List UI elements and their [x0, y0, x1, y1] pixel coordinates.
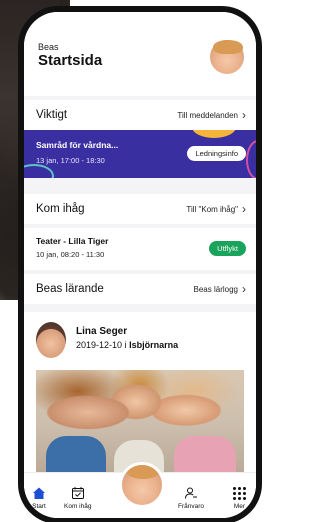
post-photo[interactable]: [36, 370, 244, 476]
person-absence-icon: [184, 487, 197, 499]
chevron-right-icon: ›: [242, 202, 246, 216]
child-avatar[interactable]: [208, 38, 246, 76]
important-event-card[interactable]: Samråd för vårdna... 13 jan, 17:00 - 18:…: [24, 130, 256, 178]
nav-kom-ihag[interactable]: Kom ihåg: [64, 486, 91, 510]
app-header: Beas Startsida: [24, 12, 256, 96]
nav-mer-label: Mer: [233, 503, 246, 510]
link-to-lararlogg[interactable]: Beas lärlogg ›: [194, 282, 246, 296]
bottom-navigation: Start Kom ihåg Frånvaro Mer: [24, 462, 256, 518]
reminder-event-card[interactable]: Teater - Lilla Tiger 10 jan, 08:20 - 11:…: [24, 228, 256, 270]
decorative-shape: [192, 130, 236, 138]
grid-menu-icon: [233, 487, 246, 500]
link-to-messages-label: Till meddelanden: [177, 110, 238, 120]
calendar-check-icon: [71, 487, 84, 499]
event-tag: Utflykt: [209, 241, 246, 256]
post-date: 2019-12-10 i: [76, 340, 127, 350]
link-to-lararlogg-label: Beas lärlogg: [193, 284, 238, 294]
post-author: Lina Seger: [76, 326, 128, 337]
section-title-larande: Beas lärande: [36, 283, 104, 295]
nav-franvaro[interactable]: Frånvaro: [178, 486, 204, 510]
event-time: 13 jan, 17:00 - 18:30: [36, 156, 105, 165]
author-avatar: [36, 322, 66, 358]
home-icon: [33, 487, 45, 499]
section-larande: Beas lärande Beas lärlogg ›: [24, 274, 256, 304]
nav-mer[interactable]: Mer: [233, 487, 246, 510]
chevron-right-icon: ›: [242, 108, 246, 122]
center-child-avatar[interactable]: [119, 462, 165, 508]
post-group: Isbjörnarna: [129, 340, 179, 350]
photo-detail: [46, 436, 106, 476]
nav-franvaro-label: Frånvaro: [177, 503, 204, 510]
section-kom-ihag: Kom ihåg Till "Kom ihåg" ›: [24, 194, 256, 224]
link-to-messages[interactable]: Till meddelanden ›: [177, 108, 246, 122]
nav-kom-ihag-label: Kom ihåg: [64, 503, 92, 510]
decorative-shape: [24, 164, 54, 178]
nav-start[interactable]: Start: [32, 486, 46, 510]
link-to-kom-ihag[interactable]: Till "Kom ihåg" ›: [186, 202, 246, 216]
section-title-kom-ihag: Kom ihåg: [36, 203, 85, 215]
decorative-shape: [246, 140, 256, 178]
link-to-kom-ihag-label: Till "Kom ihåg": [186, 204, 238, 214]
event-title: Samråd för vårdna...: [36, 140, 119, 150]
event-tag: Ledningsinfo: [187, 146, 246, 161]
phone-frame: Beas Startsida Viktigt Till meddelanden …: [18, 6, 262, 522]
section-title-viktigt: Viktigt: [36, 109, 68, 121]
section-viktigt: Viktigt Till meddelanden ›: [24, 100, 256, 130]
chevron-right-icon: ›: [242, 282, 246, 296]
photo-detail: [174, 436, 236, 476]
nav-start-label: Start: [32, 503, 46, 510]
app-screen: Beas Startsida Viktigt Till meddelanden …: [24, 12, 256, 518]
post-meta: 2019-12-10 i Isbjörnarna: [76, 340, 178, 350]
